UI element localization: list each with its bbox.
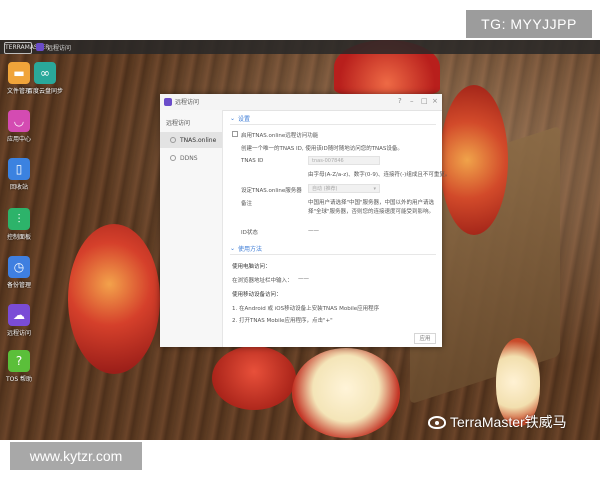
- tnas-id-hint: 由字母(A-Z/a-z)、数字(0-9)、连接符(-)组成且不可重复。: [308, 172, 451, 178]
- remote-access-app-icon: [164, 98, 172, 106]
- tnas-id-label: TNAS ID: [241, 158, 264, 164]
- window-sidebar: 远程访问 TNAS.online DDNS: [160, 110, 223, 347]
- chevron-down-icon: ▾: [373, 186, 376, 192]
- sidebar-header: 远程访问: [166, 120, 191, 127]
- sliders-icon: ⫶: [8, 208, 30, 230]
- pc-access-address: ——: [298, 276, 309, 282]
- desktop-icon-tos-help[interactable]: ? TOS 帮助: [0, 350, 38, 383]
- enable-checkbox-label: 启用TNAS.online远程访问功能: [241, 133, 319, 139]
- id-status-value: ——: [308, 228, 319, 234]
- chevron-down-icon: ⌄: [230, 115, 236, 122]
- mobile-step-2: 2. 打开TNAS Mobile应用程序，点击"+": [232, 318, 333, 324]
- section-divider: [230, 124, 436, 125]
- server-hint: 中国用户请选择"中国"服务器，中国以外的用户请选择"全球"服务器，否则您的连接速…: [308, 200, 435, 215]
- apple-image-right: [440, 85, 508, 235]
- chevron-down-icon: ⌄: [230, 245, 236, 252]
- remote-access-icon: [36, 43, 44, 51]
- globe-icon: [170, 137, 176, 143]
- remote-access-window: 远程访问 ? – □ × 远程访问 TNAS.online DDNS ⌄ 设置 …: [160, 94, 450, 347]
- pc-access-title: 使用电脑访问：: [232, 264, 271, 270]
- desktop-icon-app-center[interactable]: ◡ 应用中心: [0, 110, 38, 143]
- tnas-id-description: 创建一个唯一的TNAS ID, 使用该ID随时随地访问您的TNAS设备。: [241, 146, 403, 152]
- window-title: 远程访问: [175, 99, 200, 106]
- tnas-id-input[interactable]: tnas-007846: [308, 156, 380, 165]
- minimize-button[interactable]: –: [410, 97, 414, 105]
- help-icon: ?: [8, 350, 30, 372]
- site-watermark: www.kytzr.com: [10, 442, 142, 470]
- window-title-bar[interactable]: 远程访问 ? – □ ×: [160, 94, 442, 111]
- section-divider: [230, 254, 436, 255]
- server-select-value: 自动 (推荐): [312, 186, 338, 192]
- sidebar-item-tnas-online[interactable]: TNAS.online: [160, 132, 222, 148]
- taskbar-app-remote-access[interactable]: 远程访问: [36, 41, 71, 53]
- weibo-logo-icon: [428, 415, 446, 429]
- taskbar: TERRAMASTER 远程访问: [0, 40, 600, 54]
- settings-section-header[interactable]: ⌄ 设置: [230, 114, 250, 123]
- taskbar-app-label: 远程访问: [47, 44, 72, 52]
- window-content: ⌄ 设置 启用TNAS.online远程访问功能 创建一个唯一的TNAS ID,…: [222, 110, 450, 347]
- pc-access-text: 在浏览器地址栏中输入：: [232, 278, 293, 284]
- server-label: 设定TNAS.online服务器: [241, 188, 302, 194]
- desktop-icon-cloud-sync[interactable]: ∞ 百度云盘同步: [26, 62, 64, 95]
- terramaster-logo[interactable]: TERRAMASTER: [4, 42, 49, 54]
- weibo-watermark: TerraMaster铁威马: [428, 412, 567, 432]
- sidebar-item-ddns[interactable]: DDNS: [160, 150, 222, 166]
- desktop-icon-backup[interactable]: ◷ 备份管理: [0, 256, 38, 289]
- network-icon: [170, 155, 176, 161]
- desktop-icon-remote-access[interactable]: ☁ 远程访问: [0, 304, 38, 337]
- mobile-step-1: 1. 在Android 或 iOS移动设备上安装TNAS Mobile应用程序: [232, 306, 380, 312]
- clock-icon: ◷: [8, 256, 30, 278]
- close-button[interactable]: ×: [432, 97, 438, 105]
- apple-image-bottom: [212, 346, 296, 410]
- shopping-bag-icon: ◡: [8, 110, 30, 132]
- cloud-icon: ☁: [8, 304, 30, 326]
- cloud-sync-icon: ∞: [34, 62, 56, 84]
- apple-image-left: [68, 224, 160, 374]
- server-hint-label: 备注: [241, 201, 253, 207]
- trash-icon: ▯: [8, 158, 30, 180]
- mobile-access-title: 使用移动设备访问：: [232, 292, 282, 298]
- telegram-watermark: TG: MYYJJPP: [466, 10, 592, 38]
- usage-section-header[interactable]: ⌄ 使用方法: [230, 244, 262, 253]
- help-button[interactable]: ?: [398, 97, 402, 105]
- desktop-icon-control-panel[interactable]: ⫶ 控制面板: [0, 208, 38, 241]
- enable-tnas-online-checkbox[interactable]: [232, 131, 238, 137]
- apply-button[interactable]: 应用: [414, 333, 436, 344]
- maximize-button[interactable]: □: [421, 97, 428, 105]
- apple-slice-image: [292, 348, 400, 438]
- desktop-icon-recycle-bin[interactable]: ▯ 回收站: [0, 158, 38, 191]
- server-select[interactable]: 自动 (推荐) ▾: [308, 184, 380, 193]
- id-status-label: ID状态: [241, 230, 258, 236]
